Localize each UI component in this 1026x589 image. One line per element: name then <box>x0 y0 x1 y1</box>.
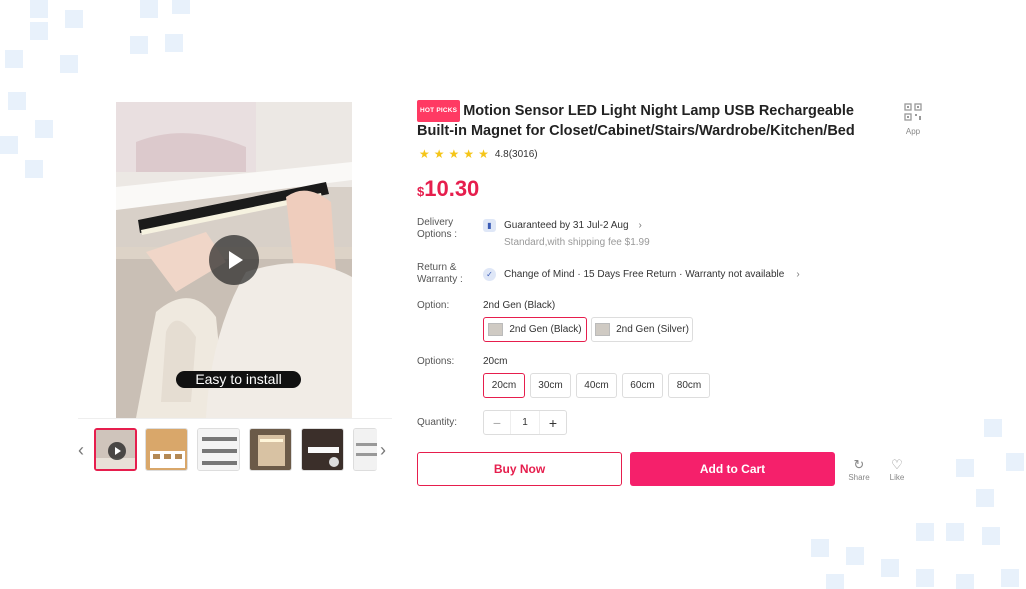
plus-icon[interactable]: + <box>540 415 566 431</box>
price: $10.30 <box>417 176 479 202</box>
chevron-right-icon[interactable]: › <box>796 269 799 281</box>
like-label: Like <box>889 473 905 482</box>
hot-picks-badge: HOT PICKS <box>417 100 461 122</box>
thumbnail-image <box>198 429 239 470</box>
option-2nd-gen-silver[interactable]: 2nd Gen (Silver) <box>591 317 693 342</box>
option-2nd-gen-black[interactable]: 2nd Gen (Black) <box>483 317 587 342</box>
option-label: Option: <box>417 300 450 311</box>
thumbnail-image-3[interactable] <box>197 428 240 471</box>
option-choice-label: 2nd Gen (Silver) <box>616 324 689 335</box>
thumbnail-image <box>250 429 291 470</box>
product-title-text: Motion Sensor LED Light Night Lamp USB R… <box>417 103 855 139</box>
thumbnail-image <box>146 429 187 470</box>
option-selected-value: 2nd Gen (Black) <box>483 300 556 311</box>
price-amount: 10.30 <box>424 176 480 201</box>
qr-code-icon <box>904 103 922 121</box>
star-icon: ★ <box>478 147 489 161</box>
return-label-line-2: Warranty : <box>417 274 463 285</box>
product-info: HOT PICKS Motion Sensor LED Light Night L… <box>417 100 937 486</box>
buy-now-button[interactable]: Buy Now <box>417 452 622 486</box>
share-button[interactable]: ↻ Share <box>846 457 872 483</box>
return-label-line-1: Return & <box>417 262 457 273</box>
delivery-label-line-1: Delivery <box>417 217 454 228</box>
shipping-fee-text: Standard,with shipping fee $1.99 <box>504 237 650 248</box>
video-caption: Easy to install <box>176 371 301 388</box>
rating-row[interactable]: ★ ★ ★ ★ ★ 4.8(3016) <box>419 148 538 160</box>
thumbnail-image <box>302 429 343 470</box>
swatch-thumbnail <box>488 323 504 336</box>
length-60cm[interactable]: 60cm <box>622 373 663 398</box>
options-label: Options: <box>417 356 455 367</box>
app-label: App <box>905 127 921 136</box>
star-icon: ★ <box>419 147 430 161</box>
length-20cm[interactable]: 20cm <box>483 373 525 398</box>
swatch-thumbnail <box>595 323 611 336</box>
star-icon: ★ <box>448 147 460 161</box>
return-policy-text: Change of Mind · 15 Days Free Return · W… <box>504 268 785 280</box>
star-icon: ★ <box>463 147 475 161</box>
chevron-right-icon[interactable]: › <box>380 441 386 459</box>
quantity-input[interactable]: 1 <box>510 411 540 434</box>
option-choice-label: 2nd Gen (Black) <box>509 324 582 335</box>
heart-icon: ♡ <box>891 457 903 472</box>
delivery-value[interactable]: ▮ Guaranteed by 31 Jul-2 Aug › <box>483 219 642 232</box>
share-icon: ↻ <box>853 457 865 472</box>
minus-icon[interactable]: − <box>484 415 510 431</box>
delivery-label: Delivery Options : <box>417 217 457 241</box>
length-80cm[interactable]: 80cm <box>668 373 710 398</box>
thumbnail-image-4[interactable] <box>249 428 292 471</box>
length-30cm[interactable]: 30cm <box>530 373 571 398</box>
background-pattern-bottom-right <box>806 419 1026 589</box>
delivery-guarantee-text: Guaranteed by 31 Jul-2 Aug <box>504 219 629 231</box>
like-button[interactable]: ♡ Like <box>884 457 910 483</box>
quantity-stepper: − 1 + <box>483 410 567 435</box>
shield-icon: ✓ <box>483 268 496 281</box>
star-icon: ★ <box>433 147 445 161</box>
thumbnail-image-2[interactable] <box>145 428 188 471</box>
share-label: Share <box>848 473 870 482</box>
app-qr-button[interactable]: App <box>903 103 923 136</box>
rating-text: 4.8(3016) <box>494 148 538 160</box>
return-warranty-value[interactable]: ✓ Change of Mind · 15 Days Free Return ·… <box>483 268 800 281</box>
thumbnail-image-6[interactable] <box>353 428 377 471</box>
quantity-label: Quantity: <box>417 417 458 428</box>
thumbnail-video[interactable] <box>94 428 137 471</box>
length-40cm[interactable]: 40cm <box>576 373 617 398</box>
chevron-right-icon[interactable]: › <box>639 220 642 232</box>
play-icon <box>108 442 126 460</box>
options-selected-value: 20cm <box>483 356 508 367</box>
main-product-video[interactable]: Easy to install <box>116 102 352 418</box>
delivery-truck-icon: ▮ <box>483 219 496 232</box>
return-warranty-label: Return & Warranty : <box>417 262 463 286</box>
add-to-cart-button[interactable]: Add to Cart <box>630 452 835 486</box>
chevron-left-icon[interactable]: ‹ <box>78 441 84 459</box>
product-title: HOT PICKS Motion Sensor LED Light Night L… <box>417 100 887 140</box>
play-video-button[interactable] <box>209 235 259 285</box>
delivery-label-line-2: Options : <box>417 229 458 240</box>
thumbnail-strip: ‹ › <box>78 418 392 476</box>
thumbnail-image <box>354 429 377 470</box>
product-title-row: HOT PICKS Motion Sensor LED Light Night L… <box>417 100 887 140</box>
thumbnail-image-5[interactable] <box>301 428 344 471</box>
